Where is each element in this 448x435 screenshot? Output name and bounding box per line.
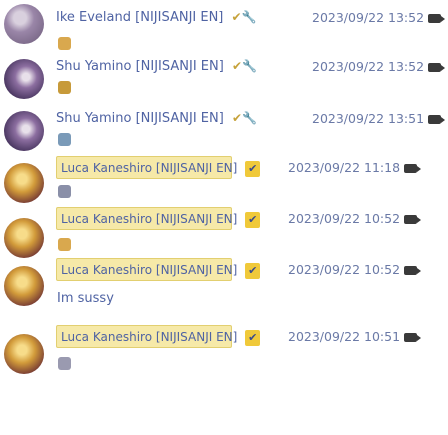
camera-icon[interactable] [428, 14, 446, 23]
camera-icon[interactable] [404, 215, 422, 224]
verified-tool-badges: ✔🔧 [231, 111, 257, 125]
message-time: 2023/09/22 10:52 [288, 211, 422, 226]
verified-tool-badges: ✔🔧 [231, 59, 257, 73]
author-tag: [NIJISANJI EN] [135, 59, 224, 74]
author-name[interactable]: Ike Eveland [56, 10, 131, 25]
author-highlight[interactable]: Luca Kaneshiro [NIJISANJI EN] ✔ [56, 207, 261, 230]
author-line: Shu Yamino [NIJISANJI EN] ✔🔧 [56, 111, 257, 126]
verified-badge: ✔ [245, 161, 261, 177]
message-text: Im sussy [57, 291, 114, 306]
emote-image [58, 185, 71, 198]
emote-image [58, 37, 71, 50]
author-highlight[interactable]: Luca Kaneshiro [NIJISANJI EN] ✔ [56, 156, 261, 179]
author-name[interactable]: Luca Kaneshiro [61, 330, 152, 344]
verified-tool-badges: ✔🔧 [231, 10, 257, 24]
message-time: 2023/09/22 13:52 [312, 59, 446, 74]
author-avatar[interactable] [4, 59, 44, 99]
message-time: 2023/09/22 13:52 [312, 10, 446, 25]
camera-icon[interactable] [428, 115, 446, 124]
author-line: Ike Eveland [NIJISANJI EN] ✔🔧 [56, 10, 257, 25]
author-avatar[interactable] [4, 163, 44, 203]
author-name[interactable]: Luca Kaneshiro [61, 212, 152, 226]
author-highlight[interactable]: Luca Kaneshiro [NIJISANJI EN] ✔ [56, 258, 261, 281]
author-avatar[interactable] [4, 334, 44, 374]
camera-icon[interactable] [404, 266, 422, 275]
emote-image [58, 81, 71, 94]
author-name[interactable]: Luca Kaneshiro [61, 161, 152, 175]
author-avatar[interactable] [4, 111, 44, 151]
camera-icon[interactable] [404, 164, 422, 173]
emote-image [58, 133, 71, 146]
message-time: 2023/09/22 10:52 [288, 262, 422, 277]
author-tag: [NIJISANJI EN] [135, 10, 224, 25]
author-avatar[interactable] [4, 4, 44, 44]
message-time: 2023/09/22 11:18 [288, 160, 422, 175]
message-time: 2023/09/22 13:51 [312, 111, 446, 126]
author-tag: [NIJISANJI EN] [155, 161, 238, 175]
author-name[interactable]: Luca Kaneshiro [61, 263, 152, 277]
author-avatar[interactable] [4, 266, 44, 306]
author-avatar[interactable] [4, 218, 44, 258]
camera-icon[interactable] [428, 63, 446, 72]
author-tag: [NIJISANJI EN] [135, 111, 224, 126]
author-tag: [NIJISANJI EN] [155, 330, 238, 344]
message-time: 2023/09/22 10:51 [288, 329, 422, 344]
camera-icon[interactable] [404, 333, 422, 342]
verified-badge: ✔ [245, 212, 261, 228]
author-line: Shu Yamino [NIJISANJI EN] ✔🔧 [56, 59, 257, 74]
author-tag: [NIJISANJI EN] [155, 212, 238, 226]
author-highlight[interactable]: Luca Kaneshiro [NIJISANJI EN] ✔ [56, 325, 261, 348]
author-name[interactable]: Shu Yamino [56, 59, 131, 74]
author-name[interactable]: Shu Yamino [56, 111, 131, 126]
emote-image [58, 238, 71, 251]
emote-image [58, 357, 71, 370]
verified-badge: ✔ [245, 263, 261, 279]
verified-badge: ✔ [245, 330, 261, 346]
author-tag: [NIJISANJI EN] [155, 263, 238, 277]
